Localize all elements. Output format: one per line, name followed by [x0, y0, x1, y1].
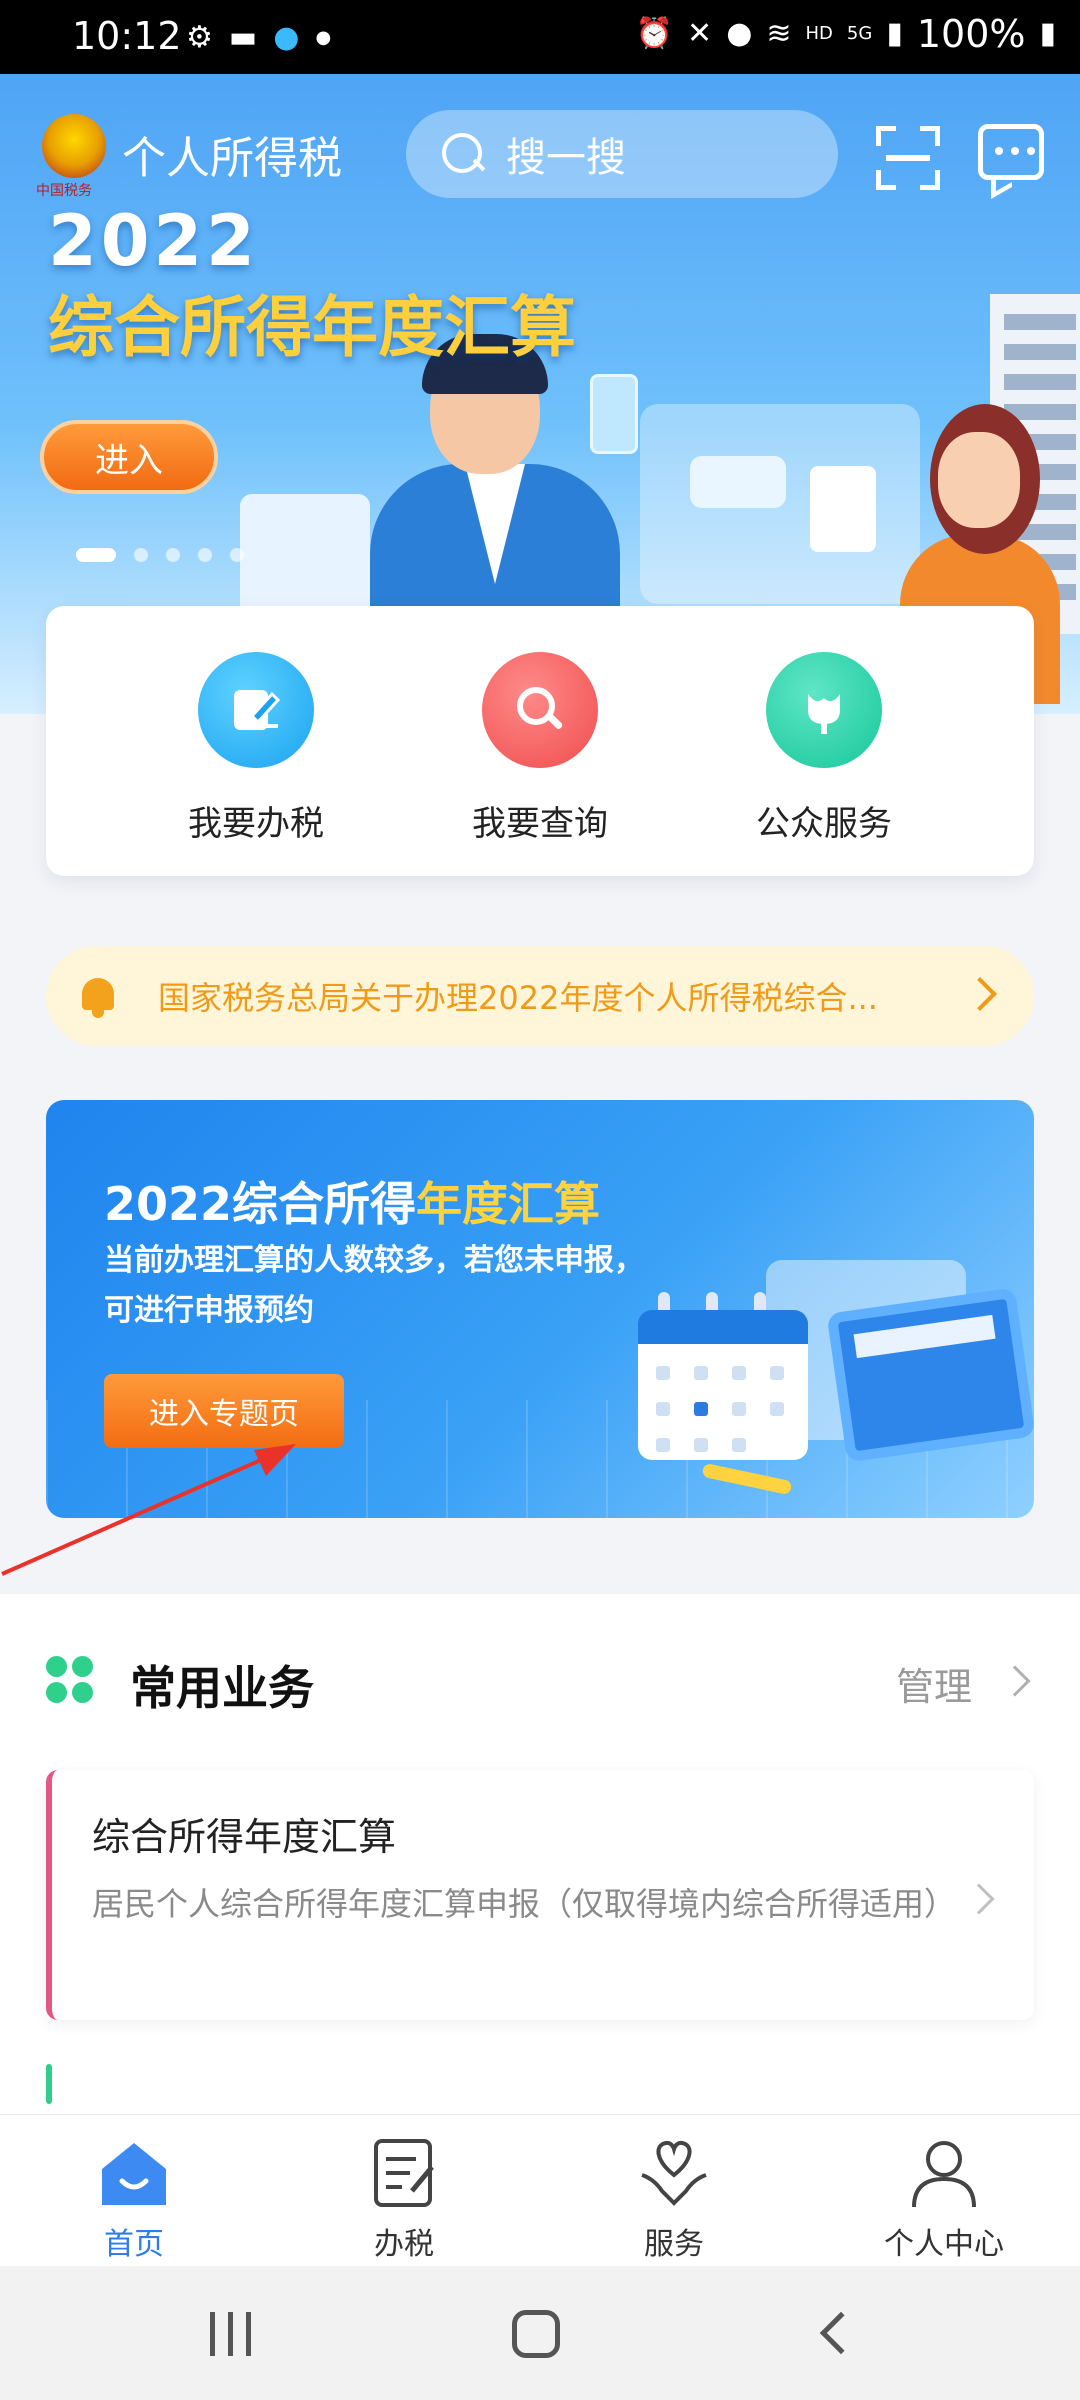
status-time: 10:12: [72, 14, 182, 58]
carousel-dot: [166, 548, 180, 562]
magnifier-icon: [482, 652, 598, 768]
promo-description: 当前办理汇算的人数较多，若您未申报，可进行申报预约: [104, 1243, 644, 1328]
system-navigation-bar: [0, 2266, 1080, 2400]
hd-label: HD: [805, 23, 833, 44]
alarm-icon: ⏰: [635, 16, 674, 51]
tablet-illustration: [826, 1287, 1034, 1463]
notice-text: 国家税务总局关于办理2022年度个人所得税综合...: [158, 979, 878, 1017]
quick-action-label: 我要查询: [472, 804, 608, 844]
mute-icon: ✕: [687, 16, 713, 51]
location-icon: ●: [726, 16, 753, 51]
back-icon[interactable]: [819, 2311, 863, 2355]
tab-tax[interactable]: 办税: [304, 2135, 504, 2263]
home-button-icon[interactable]: [512, 2310, 560, 2358]
carousel-indicator: [76, 548, 244, 562]
chevron-right-icon[interactable]: [999, 1665, 1031, 1697]
grid-icon: [46, 1656, 94, 1704]
search-icon: [440, 131, 486, 177]
bell-icon: [76, 974, 120, 1018]
next-business-item-edge: [46, 2064, 52, 2104]
quick-action-label: 我要办税: [188, 804, 324, 844]
scan-icon[interactable]: [876, 126, 940, 190]
notice-bar[interactable]: 国家税务总局关于办理2022年度个人所得税综合...: [46, 946, 1034, 1046]
qq-icon: ●: [273, 20, 300, 55]
carousel-dot: [134, 548, 148, 562]
search-placeholder: 搜一搜: [506, 135, 626, 181]
business-item-description: 居民个人综合所得年度汇算申报（仅取得境内综合所得适用）: [92, 1885, 957, 1923]
recent-apps-icon[interactable]: [210, 2312, 254, 2356]
quick-action-query[interactable]: 我要查询: [430, 652, 650, 845]
document-illustration: [810, 466, 876, 552]
carousel-dot: [230, 548, 244, 562]
banner-title: 综合所得年度汇算: [48, 289, 576, 366]
signal-label: 5G: [846, 23, 873, 44]
wifi-icon: ≋: [766, 16, 792, 51]
emblem-caption: 中国税务: [36, 183, 92, 199]
chat-bubble-illustration: [690, 456, 786, 508]
common-business-section: 常用业务 管理 综合所得年度汇算 居民个人综合所得年度汇算申报（仅取得境内综合所…: [0, 1594, 1080, 2114]
tab-label: 首页: [104, 2227, 164, 2262]
tab-home[interactable]: 首页: [34, 2135, 234, 2263]
document-edit-icon: [366, 2135, 442, 2211]
quick-action-tax[interactable]: 我要办税: [146, 652, 366, 845]
business-item-title: 综合所得年度汇算: [92, 1815, 397, 1859]
app-title: 个人所得税: [122, 133, 342, 184]
section-title: 常用业务: [130, 1661, 314, 1715]
phone-illustration: [590, 374, 638, 454]
chat-notification-icon: ▬: [228, 20, 258, 55]
status-bar: 10:12 ⚙ ▬ ● ● ⏰ ✕ ● ≋ HD 5G ▮ 100% ▮: [0, 0, 1080, 74]
heart-hands-icon: [636, 2135, 712, 2211]
quick-action-label: 公众服务: [756, 804, 892, 844]
chevron-right-icon: [963, 977, 997, 1011]
enter-topic-page-button[interactable]: 进入专题页: [104, 1374, 344, 1448]
bottom-tab-bar: 首页 办税 服务 个人中心: [0, 2114, 1080, 2266]
promo-banner[interactable]: 2022综合所得年度汇算 当前办理汇算的人数较多，若您未申报，可进行申报预约 进…: [46, 1100, 1034, 1518]
manage-link[interactable]: 管理: [896, 1656, 972, 1711]
quick-actions-card: 我要办税 我要查询 公众服务: [46, 606, 1034, 876]
settings-icon: ⚙: [186, 20, 213, 55]
banner-enter-button[interactable]: 进入: [40, 420, 218, 494]
message-icon[interactable]: [978, 124, 1044, 180]
tab-label: 办税: [374, 2227, 434, 2262]
dot-icon: ●: [315, 27, 332, 48]
tax-emblem-icon: [42, 114, 106, 178]
tab-label: 服务: [644, 2227, 704, 2262]
tab-service[interactable]: 服务: [574, 2135, 774, 2263]
battery-icon: ▮: [1039, 16, 1056, 51]
business-item[interactable]: 综合所得年度汇算 居民个人综合所得年度汇算申报（仅取得境内综合所得适用）: [46, 1770, 1034, 2020]
calendar-illustration: [638, 1310, 808, 1460]
carousel-dot: [198, 548, 212, 562]
search-bar[interactable]: 搜一搜: [406, 110, 838, 198]
pen-edit-icon: [198, 652, 314, 768]
signal-icon: ▮: [886, 16, 903, 51]
tab-personal-center[interactable]: 个人中心: [844, 2135, 1044, 2263]
banner-year: 2022: [48, 200, 259, 282]
battery-percent: 100%: [916, 12, 1026, 56]
home-icon: [96, 2135, 172, 2211]
tab-label: 个人中心: [884, 2227, 1004, 2262]
person-icon: [906, 2135, 982, 2211]
carousel-dot-active: [76, 548, 116, 562]
tulip-icon: [766, 652, 882, 768]
quick-action-public-service[interactable]: 公众服务: [714, 652, 934, 845]
promo-title: 2022综合所得年度汇算: [104, 1177, 601, 1231]
